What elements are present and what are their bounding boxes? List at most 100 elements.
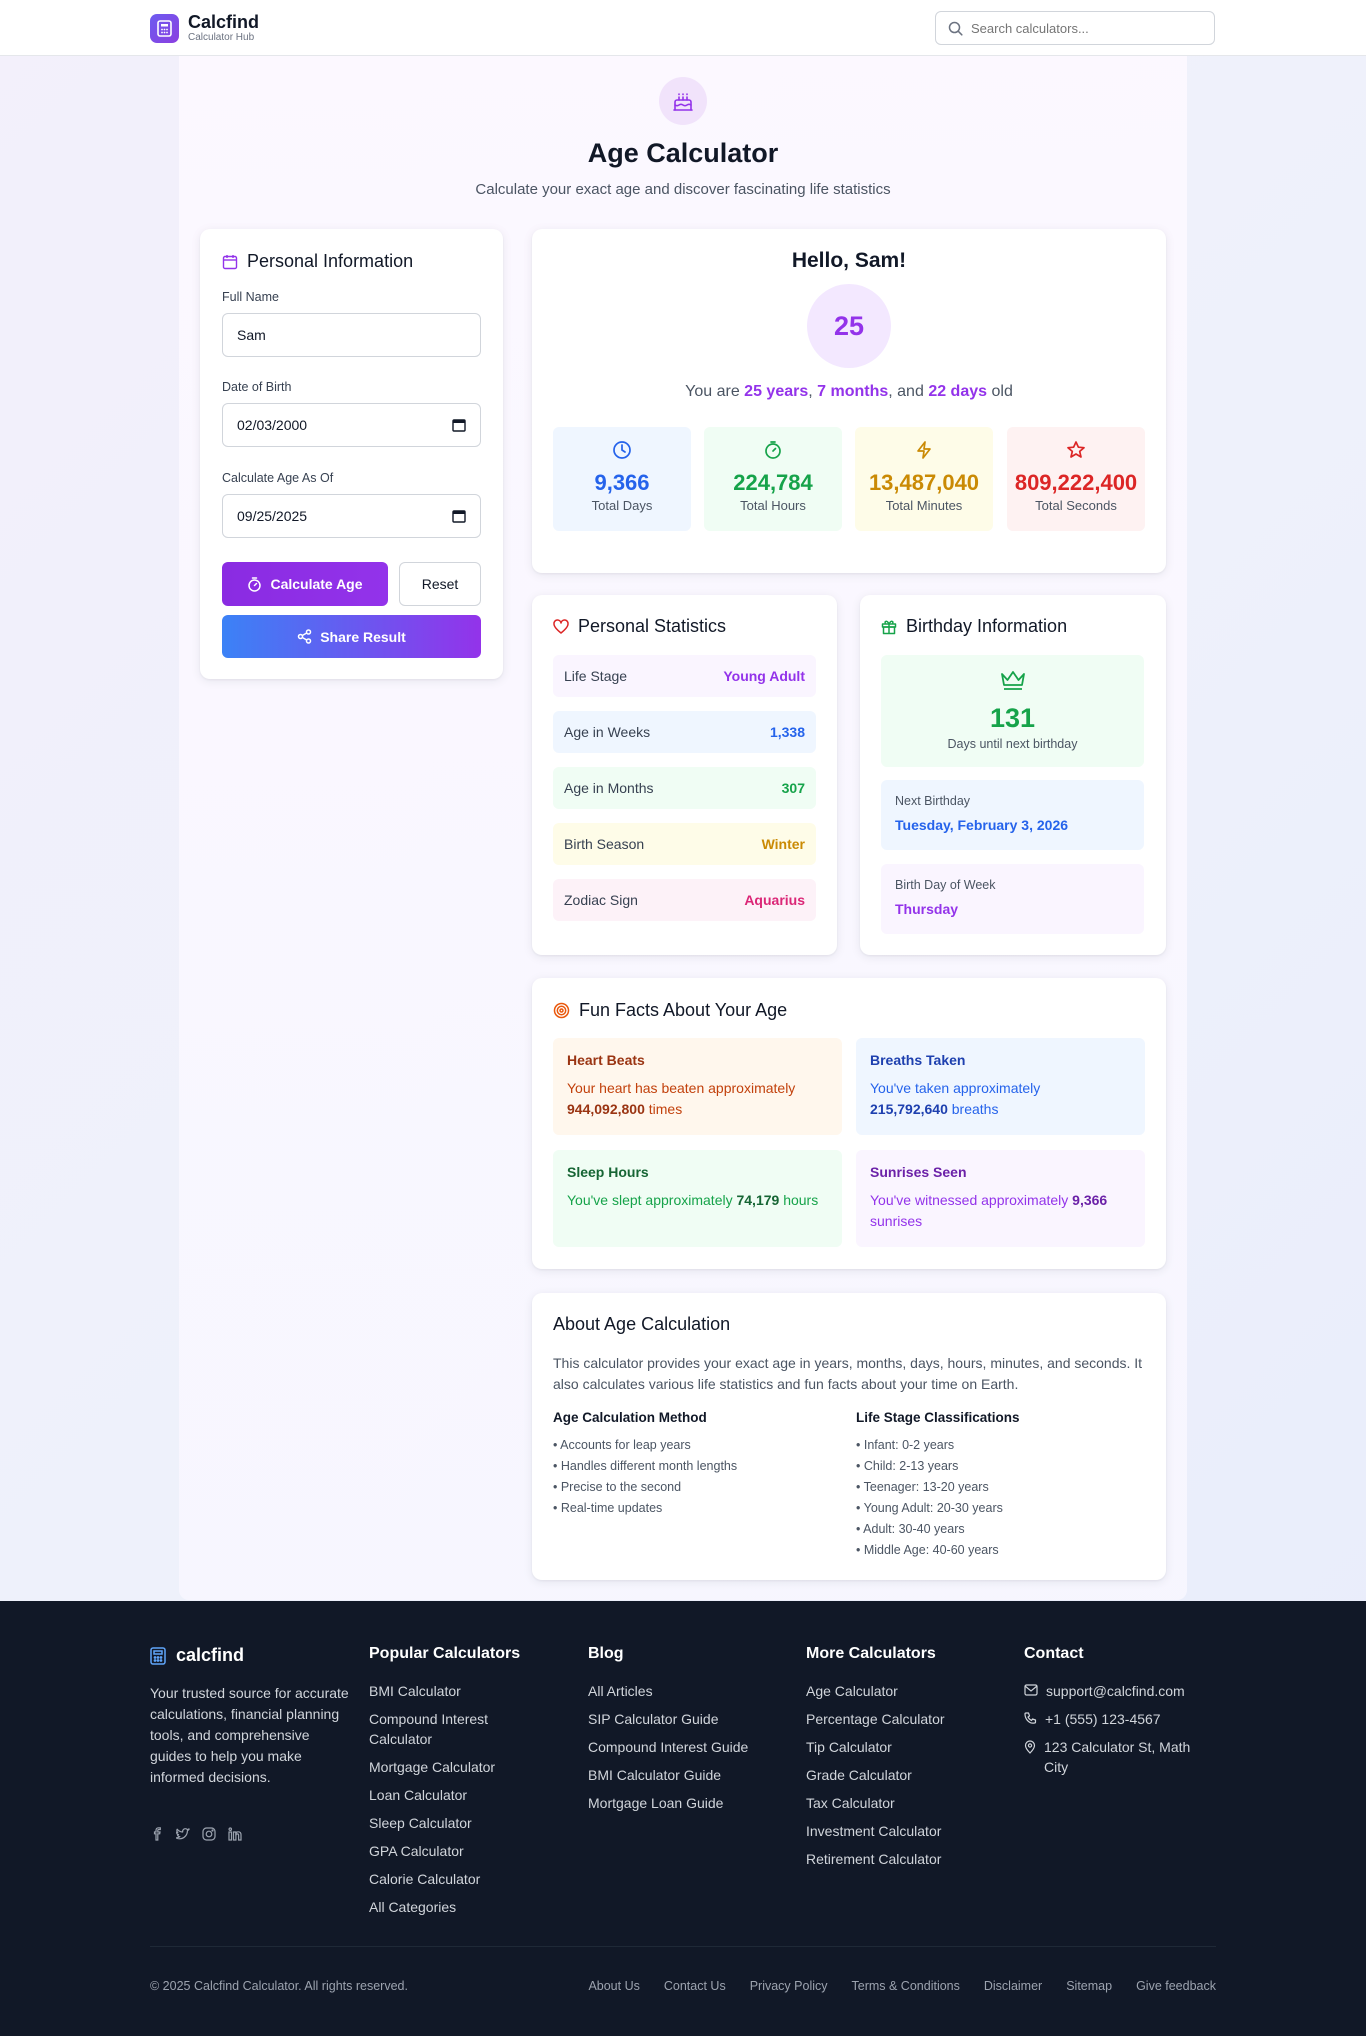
share-result-button[interactable]: Share Result	[222, 615, 481, 658]
calculate-age-button[interactable]: Calculate Age	[222, 562, 388, 606]
footer-link-terms[interactable]: Terms & Conditions	[852, 1979, 960, 1993]
personal-statistics-header: Personal Statistics	[553, 616, 726, 637]
days-until-birthday-value: 131	[989, 703, 1036, 733]
next-birthday-label: Next Birthday	[895, 794, 971, 808]
next-birthday-countdown: 131 Days until next birthday	[881, 655, 1144, 767]
total-minutes-value: 13,487,040	[868, 470, 980, 495]
site-footer: calcfind Your trusted source for accurat…	[0, 1601, 1366, 2036]
total-seconds-value: 809,222,400	[1014, 470, 1138, 495]
footer-link[interactable]: BMI Calculator	[369, 1681, 569, 1701]
footer-link[interactable]: GPA Calculator	[369, 1841, 569, 1861]
list-item: • Handles different month lengths	[553, 1459, 738, 1473]
asof-field[interactable]: 09/25/2025	[222, 494, 481, 538]
contact-email[interactable]: support@calcfind.com	[1024, 1681, 1224, 1701]
brand-name: Calcfind	[188, 12, 260, 32]
zodiac-sign-row: Zodiac Sign Aquarius	[553, 879, 816, 921]
footer-legal-links: About Us Contact Us Privacy Policy Terms…	[564, 1979, 1216, 1993]
timer-icon	[763, 440, 783, 460]
heart-beats-pre: Your heart has beaten approximately	[567, 1080, 796, 1096]
birthday-info-card: Birthday Information 131 Days until next…	[860, 595, 1166, 955]
dob-field[interactable]: 02/03/2000	[222, 403, 481, 447]
footer-link[interactable]: BMI Calculator Guide	[588, 1765, 788, 1785]
footer-link[interactable]: Mortgage Calculator	[369, 1757, 569, 1777]
search-box[interactable]	[935, 11, 1215, 45]
footer-link[interactable]: Calorie Calculator	[369, 1869, 569, 1889]
footer-link[interactable]: Retirement Calculator	[806, 1849, 1006, 1869]
lightning-icon	[914, 440, 934, 460]
total-seconds-label: Total Seconds	[1035, 498, 1117, 513]
breaths-taken-text: You've taken approximately 215,792,640 b…	[870, 1078, 1131, 1120]
sunrises-seen-fact: Sunrises Seen You've witnessed approxima…	[856, 1150, 1145, 1247]
footer-link[interactable]: Mortgage Loan Guide	[588, 1793, 788, 1813]
personal-statistics-title: Personal Statistics	[578, 616, 727, 636]
reset-button[interactable]: Reset	[399, 562, 481, 606]
birth-season-row: Birth Season Winter	[553, 823, 816, 865]
calendar-picker-icon[interactable]	[452, 509, 466, 523]
footer-link[interactable]: Percentage Calculator	[806, 1709, 1006, 1729]
total-minutes-label: Total Minutes	[885, 498, 963, 513]
sunrises-post: sunrises	[870, 1213, 923, 1229]
popular-calculators-title: Popular Calculators	[369, 1645, 521, 1662]
age-weeks-label: Age in Weeks	[564, 724, 651, 740]
heart-beats-title: Heart Beats	[567, 1052, 645, 1068]
footer-link[interactable]: All Articles	[588, 1681, 788, 1701]
list-item: • Precise to the second	[553, 1480, 682, 1494]
name-field[interactable]: Sam	[222, 313, 481, 357]
contact-phone[interactable]: +1 (555) 123-4567	[1024, 1709, 1224, 1729]
footer-brand[interactable]: calcfind	[150, 1645, 244, 1666]
total-seconds-box: 809,222,400 Total Seconds	[1007, 427, 1145, 531]
footer-link[interactable]: Compound Interest Calculator	[369, 1709, 519, 1749]
footer-link[interactable]: Grade Calculator	[806, 1765, 1006, 1785]
contact-email-text: support@calcfind.com	[1046, 1683, 1185, 1699]
birth-day-of-week-label: Birth Day of Week	[895, 878, 996, 892]
star-icon	[1066, 440, 1086, 460]
sleep-post: hours	[783, 1192, 819, 1208]
list-item: • Real-time updates	[553, 1501, 663, 1515]
calendar-picker-icon[interactable]	[452, 418, 466, 432]
footer-link[interactable]: SIP Calculator Guide	[588, 1709, 788, 1729]
popular-calculators-column: Popular Calculators BMI Calculator Compo…	[369, 1645, 569, 1925]
contact-column: Contact support@calcfind.com +1 (555) 12…	[1024, 1645, 1224, 1785]
footer-link[interactable]: Age Calculator	[806, 1681, 1006, 1701]
about-paragraph: This calculator provides your exact age …	[553, 1355, 1143, 1392]
target-icon	[553, 1002, 579, 1019]
footer-link[interactable]: Tax Calculator	[806, 1793, 1006, 1813]
social-links	[150, 1827, 254, 1841]
breaths-taken-title: Breaths Taken	[870, 1052, 966, 1068]
footer-link-privacy[interactable]: Privacy Policy	[750, 1979, 828, 1993]
footer-link-disclaimer[interactable]: Disclaimer	[984, 1979, 1042, 1993]
footer-link[interactable]: Investment Calculator	[806, 1821, 1006, 1841]
footer-description: Your trusted source for accurate calcula…	[150, 1685, 349, 1785]
linkedin-icon[interactable]	[228, 1827, 242, 1841]
share-icon	[297, 629, 320, 644]
footer-link[interactable]: Sleep Calculator	[369, 1813, 569, 1833]
personal-statistics-card: Personal Statistics Life Stage Young Adu…	[532, 595, 837, 955]
sleep-value: 74,179	[736, 1192, 780, 1208]
brand[interactable]: Calcfind Calculator Hub	[150, 13, 259, 44]
facebook-icon[interactable]	[150, 1827, 164, 1841]
list-item: • Child: 2-13 years	[856, 1459, 959, 1473]
footer-link[interactable]: Compound Interest Guide	[588, 1737, 788, 1757]
footer-link[interactable]: All Categories	[369, 1897, 569, 1917]
search-input[interactable]	[971, 20, 1191, 36]
zodiac-sign-label: Zodiac Sign	[564, 892, 638, 908]
calculate-age-label: Calculate Age	[270, 576, 363, 592]
total-minutes-box: 13,487,040 Total Minutes	[855, 427, 993, 531]
contact-address: 123 Calculator St, Math City	[1024, 1737, 1214, 1777]
footer-link-about[interactable]: About Us	[588, 1979, 639, 1993]
personal-info-card: Personal Information Full Name Sam Date …	[200, 229, 503, 679]
twitter-icon[interactable]	[176, 1827, 190, 1841]
footer-link[interactable]: Loan Calculator	[369, 1785, 569, 1805]
phone-icon	[1024, 1709, 1045, 1725]
footer-link-sitemap[interactable]: Sitemap	[1066, 1979, 1112, 1993]
footer-link-feedback[interactable]: Give feedback	[1136, 1979, 1216, 1993]
contact-address-text: 123 Calculator St, Math City	[1044, 1739, 1191, 1775]
footer-link[interactable]: Tip Calculator	[806, 1737, 1006, 1757]
brand-tagline: Calculator Hub	[188, 32, 255, 43]
gift-icon	[881, 619, 906, 635]
total-days-box: 9,366 Total Days	[553, 427, 691, 531]
instagram-icon[interactable]	[202, 1827, 216, 1841]
list-item: • Middle Age: 40-60 years	[856, 1543, 999, 1557]
life-stage-label: Life Stage	[564, 668, 628, 684]
footer-link-contact[interactable]: Contact Us	[664, 1979, 726, 1993]
